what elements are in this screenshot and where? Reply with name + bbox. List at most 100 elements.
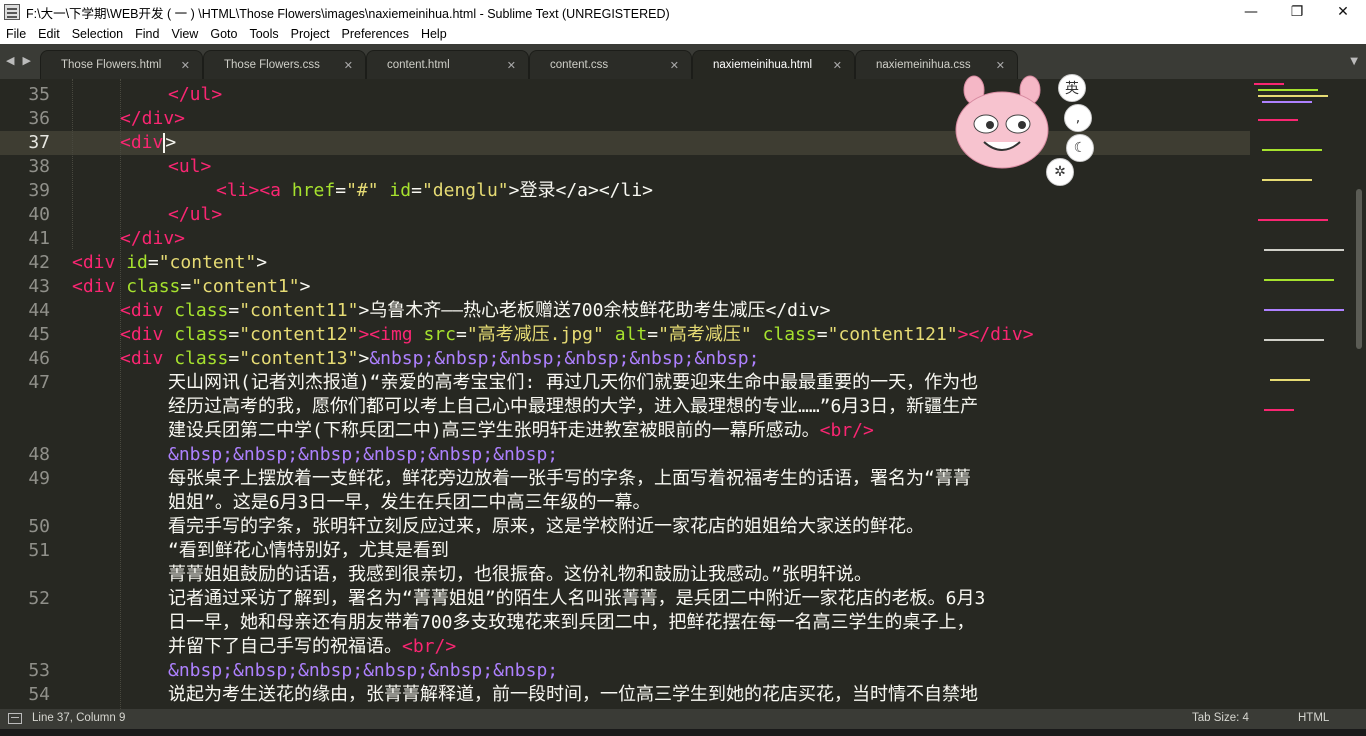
- line-number: 50: [28, 516, 50, 537]
- tab-prev-icon[interactable]: ◀: [6, 54, 14, 67]
- html-attr: class: [174, 300, 229, 321]
- code-line-51b: 菁菁姐姐鼓励的话语，我感到很亲切，也很振奋。这份礼物和鼓励让我感动。”张明轩说。: [168, 564, 872, 585]
- html-attr: class: [174, 348, 229, 369]
- minimap-line: [1262, 101, 1312, 103]
- panel-toggle-icon[interactable]: [8, 712, 22, 724]
- html-string: "高考减压": [658, 324, 752, 345]
- punctuation-icon[interactable]: ,: [1064, 104, 1092, 132]
- menu-goto[interactable]: Goto: [204, 24, 243, 44]
- tab-close-icon[interactable]: ✕: [181, 59, 190, 72]
- line-number: 45: [28, 324, 50, 345]
- minimap-line: [1264, 279, 1334, 281]
- code-editor[interactable]: 35 36 37 38 39 40 41 42 43 44 45 46 47 4…: [0, 79, 1366, 709]
- html-tag: </div>: [120, 108, 186, 129]
- tab-naxiemeinihua-html[interactable]: naxiemeinihua.html ✕: [692, 50, 855, 79]
- tab-size-indicator[interactable]: Tab Size: 4: [1192, 712, 1249, 724]
- code-line-36: </div>: [120, 107, 185, 131]
- taskbar-edge: [0, 729, 1366, 736]
- minimap-line: [1258, 89, 1318, 91]
- html-attr: src: [423, 324, 456, 345]
- html-entity: &nbsp;&nbsp;&nbsp;&nbsp;&nbsp;&nbsp;: [168, 444, 559, 465]
- html-attr: id: [378, 180, 412, 201]
- minimap-line: [1264, 309, 1344, 311]
- sublime-app-icon: [4, 4, 20, 20]
- equals-sign: =: [335, 180, 347, 201]
- menu-tools[interactable]: Tools: [243, 24, 284, 44]
- tab-content-css[interactable]: content.css ✕: [529, 50, 692, 79]
- code-line-35: </ul>: [168, 83, 222, 107]
- html-tag: <li><a: [216, 180, 292, 201]
- code-line-40: </ul>: [168, 203, 222, 227]
- line-number: 36: [28, 108, 50, 129]
- tab-those-flowers-css[interactable]: Those Flowers.css ✕: [203, 50, 366, 79]
- menu-view[interactable]: View: [165, 24, 204, 44]
- tab-those-flowers-html[interactable]: Those Flowers.html ✕: [40, 50, 203, 79]
- scrollbar-thumb[interactable]: [1356, 189, 1362, 349]
- menu-selection[interactable]: Selection: [66, 24, 129, 44]
- html-string: "content1": [191, 276, 300, 297]
- html-text: 并留下了自己手写的祝福语。: [168, 636, 402, 657]
- tab-close-icon[interactable]: ✕: [833, 59, 842, 72]
- maximize-button[interactable]: ❐: [1274, 0, 1320, 24]
- code-line-47b: 经历过高考的我，愿你们都可以考上自己心中最理想的大学，进入最理想的专业……”6月…: [168, 396, 979, 417]
- html-attr: class: [751, 324, 817, 345]
- vertical-scrollbar[interactable]: [1354, 79, 1366, 709]
- html-tag: <div: [120, 348, 175, 369]
- butterfly-icon[interactable]: ✲: [1046, 158, 1074, 186]
- menu-preferences[interactable]: Preferences: [336, 24, 415, 44]
- html-tag: </ul>: [168, 84, 223, 105]
- line-number: 51: [28, 540, 50, 561]
- html-tag-end: >: [358, 348, 370, 369]
- code-line-42: <div id="content">: [72, 251, 267, 275]
- menu-edit[interactable]: Edit: [32, 24, 66, 44]
- line-number-gutter: 35 36 37 38 39 40 41 42 43 44 45 46 47 4…: [0, 79, 60, 709]
- line-number: 53: [28, 660, 50, 681]
- html-tag: <ul>: [168, 156, 212, 177]
- line-number: 54: [28, 684, 50, 705]
- code-line-52a: 记者通过采访了解到，署名为“菁菁姐姐”的陌生人名叫张菁菁，是兵团二中附近一家花店…: [168, 588, 986, 609]
- tab-close-icon[interactable]: ✕: [507, 59, 516, 72]
- html-attr: id: [126, 252, 148, 273]
- code-line-53: &nbsp;&nbsp;&nbsp;&nbsp;&nbsp;&nbsp;: [168, 659, 558, 683]
- menu-help[interactable]: Help: [415, 24, 453, 44]
- line-number: 42: [28, 252, 50, 273]
- menu-file[interactable]: File: [0, 24, 32, 44]
- tab-close-icon[interactable]: ✕: [670, 59, 679, 72]
- code-line-46: <div class="content13">&nbsp;&nbsp;&nbsp…: [120, 347, 759, 371]
- html-tag-end: >: [165, 132, 177, 153]
- equals-sign: =: [228, 300, 240, 321]
- ime-mascot[interactable]: [952, 72, 1052, 172]
- minimap-line: [1262, 149, 1322, 151]
- code-line-39: <li><a href="#" id="denglu">登录</a></li>: [216, 179, 653, 203]
- tab-close-icon[interactable]: ✕: [996, 59, 1005, 72]
- tab-next-icon[interactable]: ▶: [22, 54, 30, 67]
- line-number: 35: [28, 84, 50, 105]
- menu-project[interactable]: Project: [285, 24, 336, 44]
- code-area[interactable]: </ul> </div> <div > <ul> <li><a href="#" …: [72, 79, 1252, 709]
- close-button[interactable]: ✕: [1320, 0, 1366, 24]
- minimize-button[interactable]: —: [1228, 0, 1274, 24]
- html-string: "content13": [239, 348, 359, 369]
- tab-overflow-icon[interactable]: ▼: [1350, 56, 1358, 67]
- html-tag: ><img: [358, 324, 424, 345]
- equals-sign: =: [147, 252, 159, 273]
- tab-close-icon[interactable]: ✕: [344, 59, 353, 72]
- minimap[interactable]: [1250, 79, 1350, 709]
- html-string: "content11": [239, 300, 359, 321]
- html-text: >登录</a></li>: [508, 180, 654, 201]
- tab-label: naxiemeinihua.css: [876, 59, 971, 71]
- tab-content-html[interactable]: content.html ✕: [366, 50, 529, 79]
- html-attr: class: [174, 324, 229, 345]
- syntax-indicator[interactable]: HTML: [1298, 712, 1329, 724]
- minimap-line: [1258, 95, 1328, 97]
- html-tag: <div: [120, 132, 164, 153]
- ime-language-button[interactable]: 英: [1058, 74, 1086, 102]
- html-string: "content12": [239, 324, 359, 345]
- html-entity: &nbsp;&nbsp;&nbsp;&nbsp;&nbsp;&nbsp;: [168, 660, 559, 681]
- html-tag: </div>: [120, 228, 186, 249]
- html-string: "高考减压.jpg": [466, 324, 604, 345]
- menu-find[interactable]: Find: [129, 24, 165, 44]
- code-line-49b: 姐姐”。这是6月3日一早，发生在兵团二中高三年级的一幕。: [168, 492, 651, 513]
- moon-icon[interactable]: ☾: [1066, 134, 1094, 162]
- code-line-44: <div class="content11">乌鲁木齐——热心老板赠送700余枝…: [120, 299, 830, 323]
